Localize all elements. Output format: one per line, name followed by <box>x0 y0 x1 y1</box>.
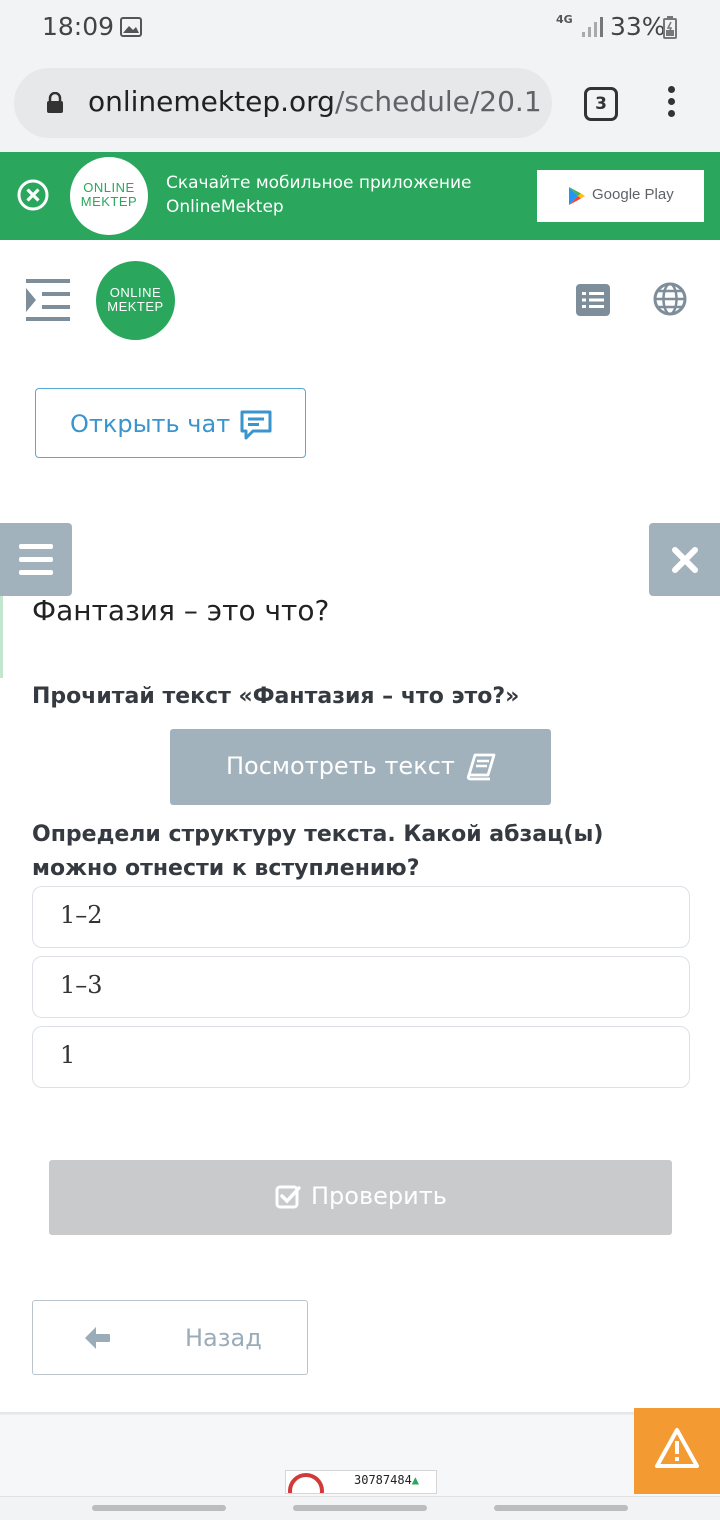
status-time: 18:09 <box>42 12 115 41</box>
nav-recents-button[interactable] <box>92 1505 226 1511</box>
google-play-label: Google Play <box>592 186 674 203</box>
close-icon <box>672 547 698 573</box>
status-bar: 18:09 4G 33% <box>0 0 720 56</box>
google-play-icon <box>569 187 585 205</box>
open-chat-button[interactable]: Открыть чат <box>35 388 306 458</box>
browser-toolbar: onlinemektep.org/schedule/20.1 3 <box>0 56 720 152</box>
lock-icon <box>47 92 63 113</box>
answer-option[interactable]: 1 <box>32 1026 690 1088</box>
banner-text: Скачайте мобильное приложение OnlineMekt… <box>166 173 472 217</box>
address-bar[interactable]: onlinemektep.org/schedule/20.1 <box>14 68 552 138</box>
browser-menu-icon[interactable] <box>660 86 682 122</box>
system-navigation-bar <box>0 1496 720 1520</box>
url-path: /schedule/20.1 <box>334 85 542 118</box>
lesson-menu-button[interactable] <box>0 523 72 596</box>
answer-option-label: 1 <box>60 1041 76 1069</box>
url-host: onlinemektep.org <box>88 85 335 118</box>
check-answer-label: Проверить <box>311 1182 447 1210</box>
nav-back-button[interactable] <box>494 1505 628 1511</box>
progress-indicator-strip <box>0 596 3 678</box>
google-play-button[interactable]: Google Play <box>537 170 704 222</box>
url-text: onlinemektep.org/schedule/20.1 <box>88 85 542 118</box>
book-icon <box>466 753 496 781</box>
chat-bubble-icon <box>240 410 272 440</box>
signal-icon <box>582 17 603 37</box>
battery-icon <box>663 16 677 39</box>
question-text: Определи структуру текста. Какой абзац(ы… <box>32 822 604 881</box>
report-problem-button[interactable] <box>634 1408 720 1494</box>
task-instruction: Прочитай текст «Фантазия – что это?» <box>32 684 520 709</box>
counter-value: 30787484 <box>354 1473 412 1487</box>
battery-percent: 33% <box>610 12 666 41</box>
close-lesson-button[interactable] <box>649 523 720 596</box>
warning-icon <box>655 1428 699 1468</box>
answer-option-label: 1–2 <box>60 901 103 929</box>
back-label: Назад <box>185 1324 262 1352</box>
view-text-label: Посмотреть текст <box>226 752 455 780</box>
sidebar-toggle-icon[interactable] <box>26 278 72 322</box>
nav-home-button[interactable] <box>293 1505 427 1511</box>
arrow-left-icon <box>85 1327 110 1349</box>
app-download-banner: ONLINE MEKTEP Скачайте мобильное приложе… <box>0 152 720 240</box>
counter-up-icon: ▲ <box>411 1473 420 1487</box>
answer-option-label: 1–3 <box>60 971 103 999</box>
open-chat-label: Открыть чат <box>70 410 231 438</box>
close-banner-icon[interactable] <box>17 179 49 211</box>
visit-counter[interactable]: 30787484▲ <box>285 1470 437 1494</box>
back-button[interactable]: Назад <box>32 1300 308 1375</box>
language-globe-icon[interactable] <box>653 282 687 316</box>
network-type: 4G <box>556 13 573 26</box>
site-logo[interactable]: ONLINE MEKTEP <box>96 261 175 340</box>
banner-logo: ONLINE MEKTEP <box>70 157 148 235</box>
answer-option[interactable]: 1–3 <box>32 956 690 1018</box>
checkbox-check-icon <box>275 1185 301 1209</box>
counter-logo-icon <box>288 1473 324 1493</box>
schedule-list-icon[interactable] <box>576 284 610 316</box>
view-text-button[interactable]: Посмотреть текст <box>170 729 551 805</box>
hamburger-icon <box>19 544 53 549</box>
tab-switcher-button[interactable]: 3 <box>584 87 618 121</box>
check-answer-button[interactable]: Проверить <box>49 1160 672 1235</box>
image-notification-icon <box>120 17 142 37</box>
lesson-title: Фантазия – это что? <box>32 594 330 627</box>
answer-option[interactable]: 1–2 <box>32 886 690 948</box>
